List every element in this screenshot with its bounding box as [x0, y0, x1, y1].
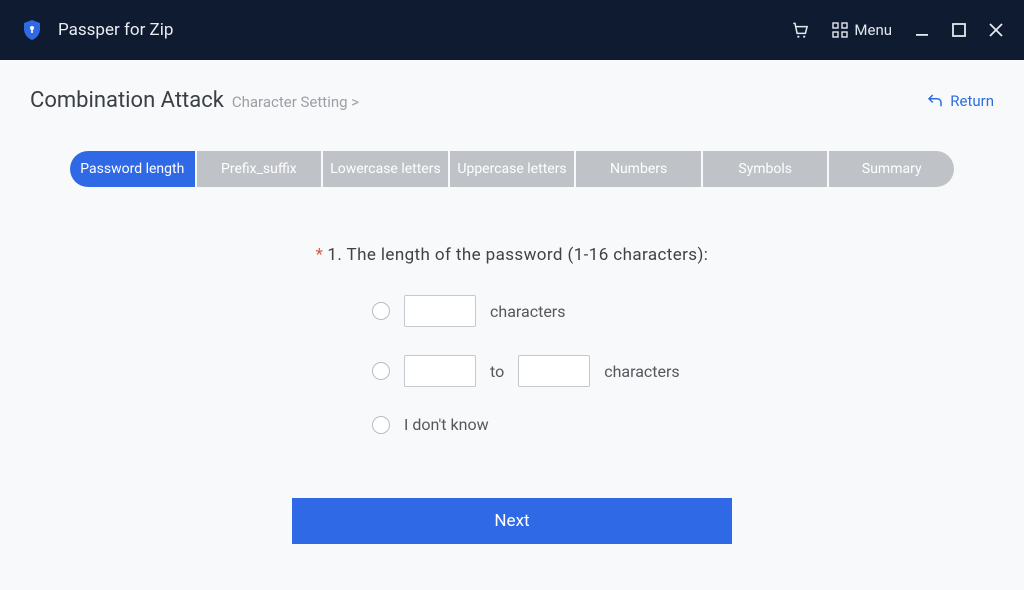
page-body: Combination Attack Character Setting > R…: [0, 60, 1024, 544]
minimize-icon[interactable]: [914, 22, 930, 38]
page-title: Combination Attack: [30, 88, 224, 113]
tab-uppercase[interactable]: Uppercase letters: [450, 151, 575, 187]
tab-symbols[interactable]: Symbols: [703, 151, 828, 187]
shield-icon: [20, 18, 44, 42]
breadcrumb: Combination Attack Character Setting >: [30, 88, 359, 113]
unknown-label: I don't know: [404, 415, 489, 434]
option-exact-length: characters: [372, 295, 692, 327]
options-group: characters to characters I don't know: [332, 295, 692, 434]
tab-summary[interactable]: Summary: [829, 151, 954, 187]
content-area: *1. The length of the password (1-16 cha…: [30, 245, 994, 544]
range-to-label: to: [490, 362, 504, 381]
question-text: 1. The length of the password (1-16 char…: [327, 245, 708, 265]
tabs-row: Password length Prefix_suffix Lowercase …: [70, 151, 954, 187]
menu-button[interactable]: Menu: [832, 21, 892, 39]
return-link[interactable]: Return: [926, 92, 994, 110]
cart-icon[interactable]: [790, 20, 810, 40]
titlebar: Passper for Zip Menu: [0, 0, 1024, 60]
option-range-length: to characters: [372, 355, 692, 387]
radio-unknown[interactable]: [372, 416, 390, 434]
exact-length-suffix: characters: [490, 302, 565, 321]
tab-lowercase[interactable]: Lowercase letters: [323, 151, 448, 187]
menu-label: Menu: [854, 21, 892, 39]
titlebar-left: Passper for Zip: [20, 18, 173, 42]
header-row: Combination Attack Character Setting > R…: [30, 88, 994, 113]
return-label: Return: [950, 92, 994, 110]
option-unknown: I don't know: [372, 415, 692, 434]
tab-password-length[interactable]: Password length: [70, 151, 195, 187]
close-icon[interactable]: [988, 22, 1004, 38]
required-mark: *: [316, 245, 324, 265]
tab-numbers[interactable]: Numbers: [576, 151, 701, 187]
question-label: *1. The length of the password (1-16 cha…: [90, 245, 934, 265]
tab-prefix-suffix[interactable]: Prefix_suffix: [197, 151, 322, 187]
app-title: Passper for Zip: [58, 20, 173, 40]
radio-exact[interactable]: [372, 302, 390, 320]
range-suffix: characters: [604, 362, 679, 381]
range-to-input[interactable]: [518, 355, 590, 387]
titlebar-right: Menu: [790, 20, 1004, 40]
exact-length-input[interactable]: [404, 295, 476, 327]
range-from-input[interactable]: [404, 355, 476, 387]
page-subtitle: Character Setting >: [232, 93, 359, 111]
radio-range[interactable]: [372, 362, 390, 380]
next-button[interactable]: Next: [292, 498, 732, 544]
maximize-icon[interactable]: [952, 23, 966, 37]
